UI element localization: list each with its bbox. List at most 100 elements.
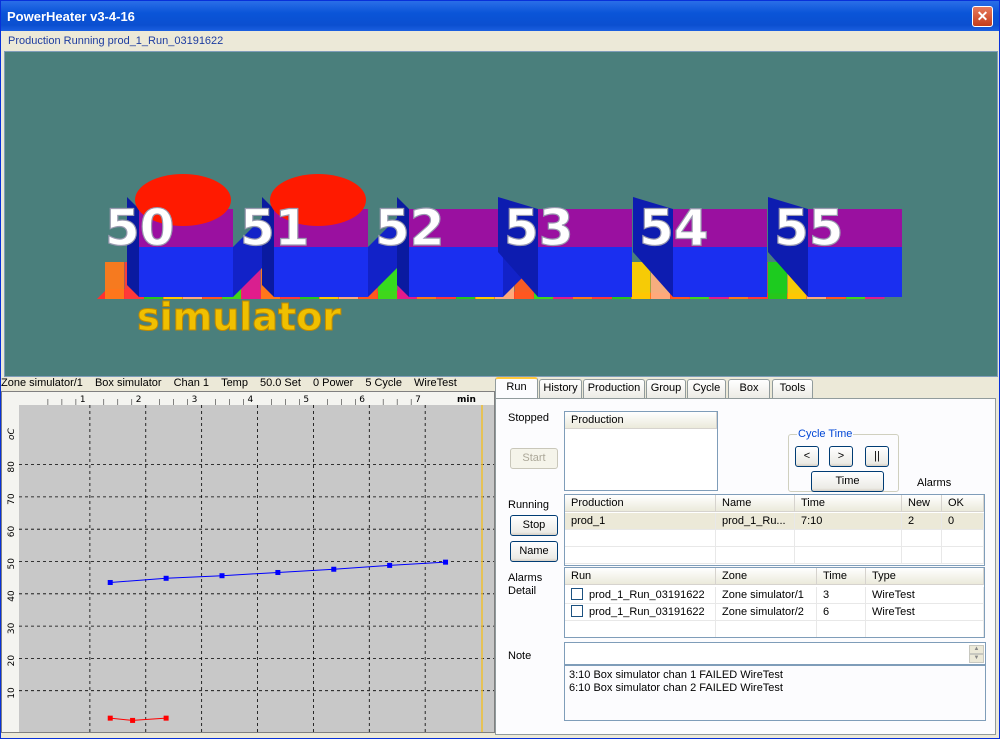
column-header-ok[interactable]: OK xyxy=(942,495,984,512)
stopped-label: Stopped xyxy=(508,412,549,424)
close-button[interactable]: ✕ xyxy=(972,6,993,27)
data-point xyxy=(331,566,337,572)
tab-group[interactable]: Group xyxy=(646,379,686,398)
zone-number-52: 52 xyxy=(375,199,445,257)
x-tick-label: 4 xyxy=(248,395,254,405)
data-point xyxy=(163,715,169,721)
x-tick-label: 2 xyxy=(136,395,142,405)
y-tick-label: 20 xyxy=(7,655,17,667)
alarm-row-1-checkbox[interactable] xyxy=(571,588,583,600)
zone-number-55: 55 xyxy=(774,199,844,257)
spin-up-icon[interactable]: ▲ xyxy=(969,645,984,654)
y-tick-label: 60 xyxy=(7,525,17,537)
cell-zone: Zone simulator/2 xyxy=(716,604,817,621)
x-axis-label: min xyxy=(457,395,476,405)
cycle-time-button[interactable]: Time xyxy=(811,471,884,492)
column-header-type[interactable]: Type xyxy=(866,568,984,585)
y-tick-label: 30 xyxy=(7,622,17,634)
zone-3d-view[interactable]: 50 51 52 53 54 55 simulator xyxy=(4,51,998,377)
zone-number-53: 53 xyxy=(504,199,574,257)
alarm-row-2-run[interactable]: prod_1_Run_03191622 xyxy=(565,604,716,621)
alarm-run-text: prod_1_Run_03191622 xyxy=(589,606,705,618)
data-point xyxy=(130,717,136,723)
alarms-detail-label-2: Detail xyxy=(508,585,537,597)
column-header-new[interactable]: New xyxy=(902,495,942,512)
chart-temp: Temp xyxy=(221,377,248,389)
alarms-detail-label: Alarms xyxy=(508,572,543,584)
column-header-time[interactable]: Time xyxy=(795,495,902,512)
y-tick-label: 40 xyxy=(7,590,17,602)
title-bar[interactable]: PowerHeater v3-4-16 ✕ xyxy=(1,1,999,31)
column-header-zone[interactable]: Zone xyxy=(716,568,817,585)
x-tick-label: 3 xyxy=(192,395,198,405)
tab-cycle[interactable]: Cycle xyxy=(687,379,726,398)
note-input[interactable]: ▲ ▼ xyxy=(564,642,986,665)
zone-number-51: 51 xyxy=(240,199,310,257)
running-table[interactable]: Production Name Time New OK prod_1 prod_… xyxy=(564,494,985,566)
note-line: 3:10 Box simulator chan 1 FAILED WireTes… xyxy=(569,669,783,681)
run-panel: Stopped Start Production Cycle Time < > … xyxy=(495,398,996,735)
column-header-production[interactable]: Production xyxy=(565,412,717,429)
cell-type: WireTest xyxy=(866,587,984,604)
x-tick-label: 1 xyxy=(80,395,86,405)
alarm-detail-table[interactable]: Run Zone Time Type prod_1_Run_03191622 Z… xyxy=(564,567,985,638)
stop-button[interactable]: Stop xyxy=(510,515,558,536)
tab-production[interactable]: Production xyxy=(583,379,645,398)
x-tick-label: 6 xyxy=(359,395,365,405)
zone-number-54: 54 xyxy=(639,199,709,257)
cell-time: 3 xyxy=(817,587,866,604)
data-point xyxy=(163,575,169,581)
zone-number-50: 50 xyxy=(105,199,175,257)
note-log[interactable]: 3:10 Box simulator chan 1 FAILED WireTes… xyxy=(564,665,986,721)
column-header-time[interactable]: Time xyxy=(817,568,866,585)
tab-tools[interactable]: Tools xyxy=(772,379,813,398)
y-tick-label: 50 xyxy=(7,558,17,570)
alarm-run-text: prod_1_Run_03191622 xyxy=(589,589,705,601)
start-button[interactable]: Start xyxy=(510,448,558,469)
data-point xyxy=(387,562,393,568)
chart-power: 0 Power xyxy=(312,377,354,389)
alarms-label: Alarms xyxy=(917,477,952,489)
note-label: Note xyxy=(508,650,532,662)
y-tick-label: 70 xyxy=(7,493,17,505)
cell-time: 7:10 xyxy=(795,513,902,530)
chart-zone: Zone simulator/1 xyxy=(1,377,83,389)
note-line: 6:10 Box simulator chan 2 FAILED WireTes… xyxy=(569,682,783,694)
app-window: PowerHeater v3-4-16 ✕ Production Running… xyxy=(0,0,1000,739)
x-tick-label: 5 xyxy=(303,395,309,405)
tab-history[interactable]: History xyxy=(539,379,582,398)
cell-zone: Zone simulator/1 xyxy=(716,587,817,604)
cell-name: prod_1_Ru... xyxy=(716,513,795,530)
alarm-row-1-run[interactable]: prod_1_Run_03191622 xyxy=(565,587,716,604)
chart-set: 50.0 Set xyxy=(259,377,301,389)
chart-cycle: 5 Cycle xyxy=(365,377,402,389)
chart-test: WireTest xyxy=(414,377,457,389)
column-header-run[interactable]: Run xyxy=(565,568,716,585)
cell-time: 6 xyxy=(817,604,866,621)
name-button[interactable]: Name xyxy=(510,541,558,562)
cell-production: prod_1 xyxy=(565,513,716,530)
y-tick-label: 80 xyxy=(7,461,17,473)
data-point xyxy=(107,579,113,585)
data-point xyxy=(275,569,281,575)
tab-run[interactable]: Run xyxy=(495,377,538,398)
cell-type: WireTest xyxy=(866,604,984,621)
temperature-chart[interactable]: 1 2 3 4 5 6 7 min 10 20 30 40 50 60 70 80 oC xyxy=(1,391,495,733)
production-status: Production Running prod_1_Run_03191622 xyxy=(8,35,224,47)
chart-box: Box simulator xyxy=(94,377,162,389)
cell-ok: 0 xyxy=(942,513,984,530)
running-label: Running xyxy=(508,499,549,511)
column-header-production[interactable]: Production xyxy=(565,495,716,512)
cycle-pause-button[interactable]: || xyxy=(865,446,889,467)
box-label-simulator: simulator xyxy=(137,295,341,339)
chart-header: Zone simulator/1 Box simulator Chan 1 Temp 5… xyxy=(1,377,495,391)
cycle-next-button[interactable]: > xyxy=(829,446,853,467)
y-axis-label: oC xyxy=(7,427,17,440)
alarm-row-2-checkbox[interactable] xyxy=(571,605,583,617)
cycle-prev-button[interactable]: < xyxy=(795,446,819,467)
stopped-production-table[interactable]: Production xyxy=(564,411,718,491)
spin-down-icon[interactable]: ▼ xyxy=(969,654,984,663)
tab-box[interactable]: Box xyxy=(728,379,770,398)
column-header-name[interactable]: Name xyxy=(716,495,795,512)
data-point xyxy=(443,559,449,565)
